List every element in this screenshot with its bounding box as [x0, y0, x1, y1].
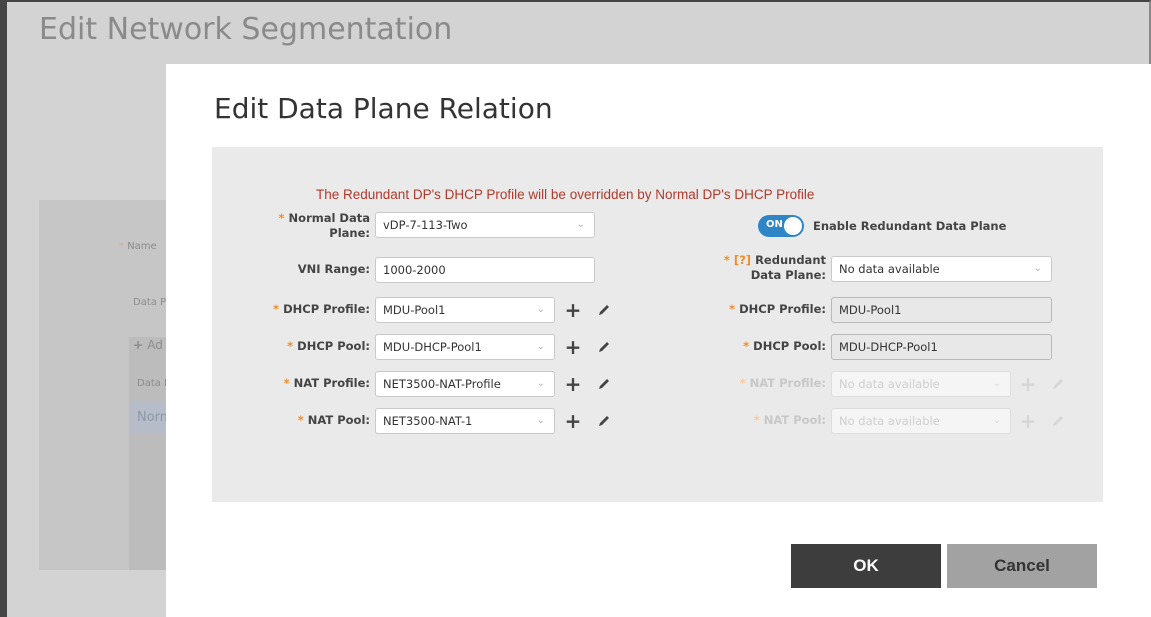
redundant-nat-pool-select: No data available ⌄	[831, 408, 1011, 434]
vni-range-input[interactable]: 1000-2000	[375, 257, 595, 283]
redundant-dhcp-profile-field: MDU-Pool1	[831, 297, 1052, 323]
add-redundant-nat-pool-icon: +	[1019, 409, 1037, 433]
nat-profile-select[interactable]: NET3500-NAT-Profile ⌄	[375, 371, 555, 397]
dialog-title: Edit Data Plane Relation	[214, 92, 553, 125]
redundant-dhcp-pool-label: * DHCP Pool:	[743, 339, 826, 353]
dialog-form-panel: The Redundant DP's DHCP Profile will be …	[212, 147, 1103, 502]
edit-nat-profile-icon[interactable]	[594, 372, 614, 396]
add-dhcp-pool-icon[interactable]: +	[563, 335, 583, 359]
edit-data-plane-dialog: Edit Data Plane Relation The Redundant D…	[166, 64, 1151, 617]
edit-nat-pool-icon[interactable]	[594, 409, 614, 433]
chevron-down-icon: ⌄	[1033, 263, 1042, 274]
normal-data-plane-label: * Normal Data Plane:	[278, 211, 370, 240]
chevron-down-icon: ⌄	[536, 304, 545, 315]
chevron-down-icon: ⌄	[992, 415, 1001, 426]
help-icon[interactable]: [?]	[734, 253, 751, 267]
background-column-header: Data F	[137, 378, 170, 389]
normal-data-plane-select[interactable]: vDP-7-113-Two ⌄	[375, 212, 595, 238]
nat-profile-label: * NAT Profile:	[283, 376, 370, 390]
background-data-plane-label: Data P	[133, 297, 167, 308]
cancel-button[interactable]: Cancel	[947, 544, 1097, 588]
edit-redundant-nat-profile-icon	[1048, 372, 1068, 396]
redundant-nat-profile-select: No data available ⌄	[831, 371, 1011, 397]
chevron-down-icon: ⌄	[992, 378, 1001, 389]
edit-redundant-nat-pool-icon	[1048, 409, 1068, 433]
dhcp-pool-select[interactable]: MDU-DHCP-Pool1 ⌄	[375, 334, 555, 360]
background-name-label: * Name	[119, 241, 157, 252]
enable-redundant-dp-label: Enable Redundant Data Plane	[813, 219, 1007, 233]
redundant-data-plane-select[interactable]: No data available ⌄	[831, 256, 1052, 282]
chevron-down-icon: ⌄	[576, 219, 585, 230]
dhcp-profile-label: * DHCP Profile:	[273, 302, 370, 316]
redundant-nat-profile-label: * NAT Profile:	[739, 376, 826, 390]
redundant-dp-toggle[interactable]: ON	[758, 215, 804, 237]
add-redundant-nat-profile-icon: +	[1019, 372, 1037, 396]
add-dhcp-profile-icon[interactable]: +	[563, 298, 583, 322]
redundant-dhcp-pool-field: MDU-DHCP-Pool1	[831, 334, 1052, 360]
edit-dhcp-pool-icon[interactable]	[594, 335, 614, 359]
ok-button[interactable]: OK	[791, 544, 941, 588]
dhcp-profile-select[interactable]: MDU-Pool1 ⌄	[375, 297, 555, 323]
chevron-down-icon: ⌄	[536, 378, 545, 389]
edit-dhcp-profile-icon[interactable]	[594, 298, 614, 322]
background-page-title: Edit Network Segmentation	[39, 12, 453, 47]
redundant-dhcp-profile-label: * DHCP Profile:	[729, 302, 826, 316]
nat-pool-select[interactable]: NET3500-NAT-1 ⌄	[375, 408, 555, 434]
chevron-down-icon: ⌄	[536, 415, 545, 426]
dhcp-pool-label: * DHCP Pool:	[287, 339, 370, 353]
redundant-data-plane-label: * [?] Redundant Data Plane:	[723, 253, 826, 282]
warning-message: The Redundant DP's DHCP Profile will be …	[316, 187, 815, 202]
chevron-down-icon: ⌄	[536, 341, 545, 352]
redundant-nat-pool-label: * NAT Pool:	[753, 413, 826, 427]
vni-range-label: VNI Range:	[297, 262, 370, 276]
add-nat-profile-icon[interactable]: +	[563, 372, 583, 396]
toggle-knob	[784, 217, 802, 235]
nat-pool-label: * NAT Pool:	[297, 413, 370, 427]
add-nat-pool-icon[interactable]: +	[563, 409, 583, 433]
background-add-button: + Ad	[133, 338, 163, 352]
